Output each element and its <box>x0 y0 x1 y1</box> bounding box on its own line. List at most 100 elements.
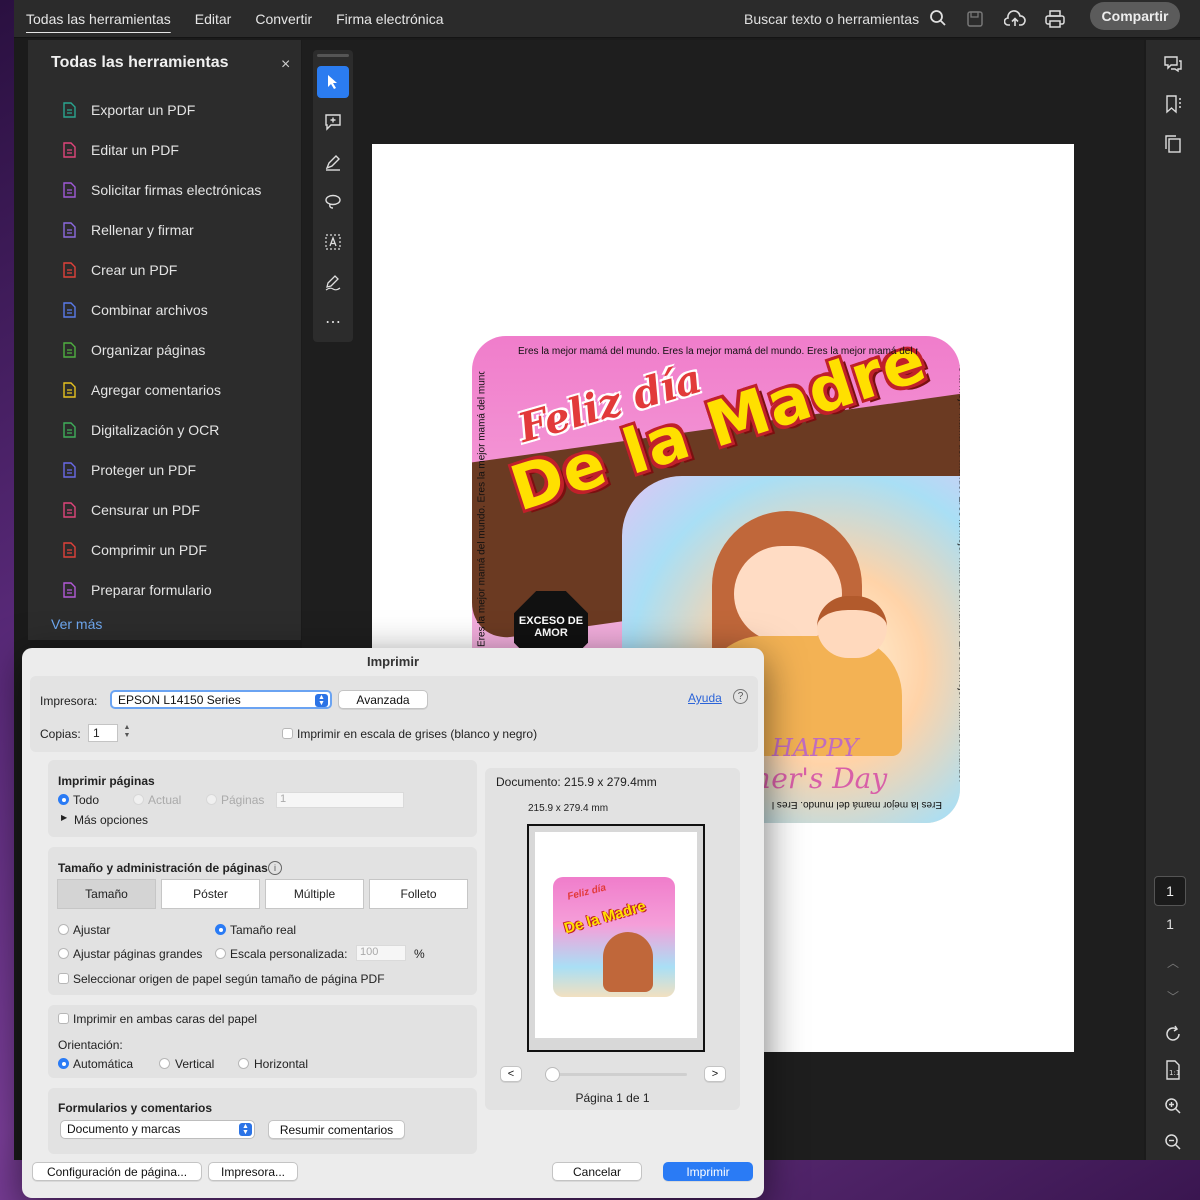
save-icon[interactable] <box>962 6 988 32</box>
scan-ocr-icon <box>61 422 77 438</box>
tool-item[interactable]: Proteger un PDF <box>28 450 301 490</box>
select-tool-icon[interactable] <box>317 66 349 98</box>
redact-pdf-icon <box>61 502 77 518</box>
rotate-icon[interactable] <box>1159 1020 1187 1048</box>
pages-radio[interactable] <box>206 794 217 805</box>
search-label: Buscar texto o herramientas <box>744 11 920 27</box>
comments-panel-icon[interactable] <box>1159 50 1187 78</box>
select-arrows-icon: ▲ ▼ <box>315 694 328 707</box>
slider-knob[interactable] <box>545 1067 560 1082</box>
tool-item[interactable]: Comprimir un PDF <box>28 530 301 570</box>
tool-item[interactable]: Combinar archivos <box>28 290 301 330</box>
advanced-button[interactable]: Avanzada <box>338 690 428 709</box>
printer-select[interactable]: EPSON L14150 Series ▲ ▼ <box>110 690 332 709</box>
draw-lasso-icon[interactable] <box>317 186 349 218</box>
add-comment-icon[interactable] <box>317 106 349 138</box>
next-page-button[interactable]: > <box>704 1066 726 1082</box>
document-size-label: Documento: 215.9 x 279.4mm <box>496 775 657 789</box>
page-thumbnails-icon[interactable] <box>1159 130 1187 158</box>
help-link[interactable]: Ayuda <box>688 691 722 705</box>
actual-size-radio[interactable] <box>215 924 226 935</box>
tool-item[interactable]: Agregar comentarios <box>28 370 301 410</box>
copies-stepper[interactable]: ▲ ▼ <box>122 724 132 742</box>
menu-all-tools[interactable]: Todas las herramientas <box>14 0 183 38</box>
tool-item[interactable]: Censurar un PDF <box>28 490 301 530</box>
chevron-down-icon[interactable]: ﹀ <box>1159 982 1187 1010</box>
shrink-large-radio[interactable] <box>58 948 69 959</box>
tool-item[interactable]: Digitalización y OCR <box>28 410 301 450</box>
cancel-button[interactable]: Cancelar <box>552 1162 642 1181</box>
orientation-auto-label: Automática <box>73 1057 134 1071</box>
quick-tools-strip: ⋯ <box>313 50 353 342</box>
tool-item[interactable]: Editar un PDF <box>28 130 301 170</box>
copies-input[interactable]: 1 <box>88 724 118 742</box>
pages-label: Páginas <box>221 793 265 807</box>
custom-scale-radio[interactable] <box>215 948 226 959</box>
bookmarks-panel-icon[interactable] <box>1159 90 1187 118</box>
pages-range-input[interactable]: 1 <box>276 792 404 808</box>
fit-radio[interactable] <box>58 924 69 935</box>
zoom-out-icon[interactable] <box>1159 1128 1187 1156</box>
tool-item[interactable]: Solicitar firmas electrónicas <box>28 170 301 210</box>
current-page-field[interactable]: 1 <box>1154 876 1186 906</box>
see-more-link[interactable]: Ver más <box>51 616 102 632</box>
tab-multiple[interactable]: Múltiple <box>265 879 364 909</box>
help-icon[interactable]: ? <box>733 689 748 704</box>
actual-size-icon[interactable]: 1:1 <box>1159 1056 1187 1084</box>
preview-page-slider[interactable] <box>545 1067 687 1082</box>
highlight-pen-icon[interactable] <box>317 146 349 178</box>
tool-item[interactable]: Crear un PDF <box>28 250 301 290</box>
search-tools[interactable]: Buscar texto o herramientas <box>744 0 947 38</box>
create-pdf-icon <box>61 262 77 278</box>
top-menubar: Todas las herramientas Editar Convertir … <box>14 0 1200 38</box>
drag-handle[interactable] <box>317 54 349 57</box>
page-setup-button[interactable]: Configuración de página... <box>32 1162 202 1181</box>
badge-line-1: EXCESO DE <box>518 615 584 627</box>
border-text-bottom: Eres la mejor mamá del mundo. Eres la me… <box>772 799 942 810</box>
combine-files-icon <box>61 302 77 318</box>
tool-item[interactable]: Rellenar y firmar <box>28 210 301 250</box>
orientation-portrait-radio[interactable] <box>159 1058 170 1069</box>
tab-poster[interactable]: Póster <box>161 879 260 909</box>
tool-item-label: Combinar archivos <box>91 302 208 318</box>
print-icon[interactable] <box>1042 6 1068 32</box>
print-button[interactable]: Imprimir <box>663 1162 753 1181</box>
close-icon[interactable]: × <box>281 56 290 74</box>
organize-pages-icon <box>61 342 77 358</box>
duplex-checkbox[interactable] <box>58 1013 69 1024</box>
tool-item[interactable]: Organizar páginas <box>28 330 301 370</box>
text-box-icon[interactable] <box>317 226 349 258</box>
prev-page-button[interactable]: < <box>500 1066 522 1082</box>
disclosure-triangle-icon[interactable]: ▶ <box>61 813 67 822</box>
scale-input[interactable]: 100 <box>356 945 406 961</box>
menu-edit[interactable]: Editar <box>183 0 244 38</box>
sign-icon[interactable] <box>317 266 349 298</box>
orientation-landscape-radio[interactable] <box>238 1058 249 1069</box>
forms-comments-select[interactable]: Documento y marcas ▲ ▼ <box>60 1120 255 1139</box>
cloud-upload-icon[interactable] <box>1002 6 1028 32</box>
paper-source-checkbox[interactable] <box>58 973 69 984</box>
more-options-label[interactable]: Más opciones <box>74 813 148 827</box>
tool-item[interactable]: Preparar formulario <box>28 570 301 610</box>
current-page-radio[interactable] <box>133 794 144 805</box>
orientation-auto-radio[interactable] <box>58 1058 69 1069</box>
tool-item[interactable]: Exportar un PDF <box>28 90 301 130</box>
menu-convert[interactable]: Convertir <box>243 0 324 38</box>
child-figure <box>817 596 887 658</box>
share-button[interactable]: Compartir <box>1090 2 1180 30</box>
grayscale-checkbox[interactable] <box>282 728 293 739</box>
summarize-comments-button[interactable]: Resumir comentarios <box>268 1120 405 1139</box>
tool-item-label: Digitalización y OCR <box>91 422 220 438</box>
chevron-up-icon[interactable]: ︿ <box>1159 948 1187 976</box>
info-icon[interactable]: i <box>268 861 282 875</box>
menu-e-signature[interactable]: Firma electrónica <box>324 0 455 38</box>
zoom-in-icon[interactable] <box>1159 1092 1187 1120</box>
all-pages-radio[interactable] <box>58 794 69 805</box>
printer-button[interactable]: Impresora... <box>208 1162 298 1181</box>
more-tools-icon[interactable]: ⋯ <box>317 306 349 338</box>
export-pdf-icon <box>61 102 77 118</box>
tab-booklet[interactable]: Folleto <box>369 879 468 909</box>
tool-item-label: Exportar un PDF <box>91 102 196 118</box>
printer-label: Impresora: <box>40 694 98 708</box>
tab-size[interactable]: Tamaño <box>57 879 156 909</box>
